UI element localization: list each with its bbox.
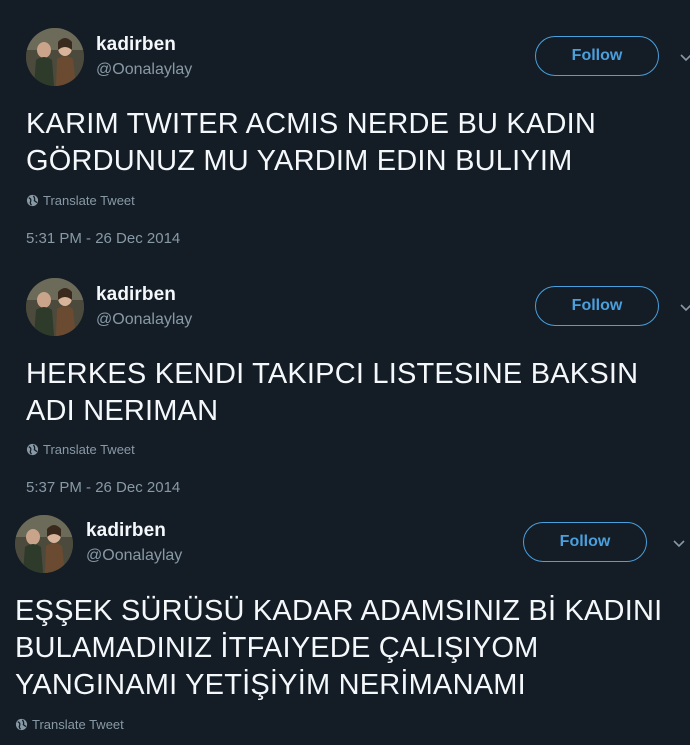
username[interactable]: kadirben [96,284,176,306]
tweet-2: kadirben @Oonalaylay Follow HERKES KENDI… [0,250,690,500]
avatar[interactable] [26,28,84,86]
globe-icon [26,443,39,456]
translate-tweet-link[interactable]: Translate Tweet [26,442,135,457]
tweet-text: HERKES KENDI TAKIPCI LISTESINE BAKSIN AD… [26,358,639,427]
chevron-down-icon[interactable] [680,52,690,64]
handle[interactable]: @Oonalaylay [96,61,192,79]
chevron-down-icon[interactable] [673,538,685,550]
follow-button[interactable]: Follow [535,286,659,326]
globe-icon [15,718,28,731]
translate-label: Translate Tweet [43,193,135,208]
translate-tweet-link[interactable]: Translate Tweet [26,193,135,208]
username[interactable]: kadirben [86,520,166,542]
timestamp[interactable]: 5:31 PM - 26 Dec 2014 [26,230,180,247]
chevron-down-icon[interactable] [680,302,690,314]
translate-label: Translate Tweet [43,442,135,457]
translate-tweet-link[interactable]: Translate Tweet [15,717,124,732]
translate-label: Translate Tweet [32,717,124,732]
globe-icon [26,194,39,207]
handle[interactable]: @Oonalaylay [86,547,182,565]
timestamp[interactable]: 5:37 PM - 26 Dec 2014 [26,479,180,496]
tweet-3: kadirben @Oonalaylay Follow EŞŞEK SÜRÜSÜ… [0,500,690,745]
tweet-1: kadirben @Oonalaylay Follow KARIM TWITER… [0,0,690,260]
username[interactable]: kadirben [96,34,176,56]
tweet-text: KARIM TWITER ACMIS NERDE BU KADIN GÖRDUN… [26,108,597,177]
handle[interactable]: @Oonalaylay [96,311,192,329]
follow-button[interactable]: Follow [523,522,647,562]
avatar[interactable] [26,278,84,336]
follow-button[interactable]: Follow [535,36,659,76]
tweet-text: EŞŞEK SÜRÜSÜ KADAR ADAMSINIZ Bİ KADINI B… [15,595,663,701]
avatar[interactable] [15,515,73,573]
